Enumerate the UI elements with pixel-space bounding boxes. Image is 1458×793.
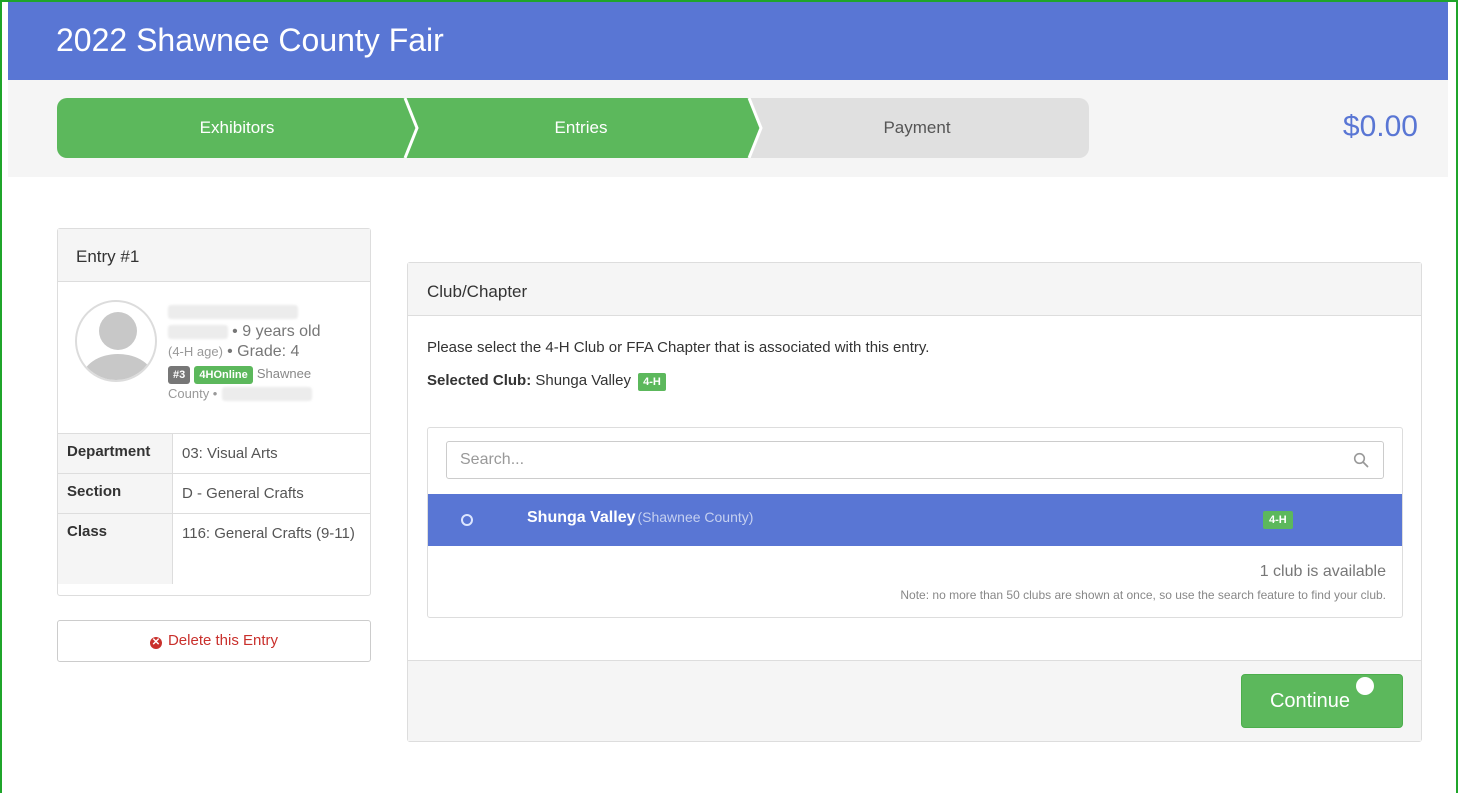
club-count: 1 club is available [1259, 563, 1386, 580]
step-chevron-icon [744, 98, 763, 158]
search-icon [1353, 452, 1369, 468]
page-title: 2022 Shawnee County Fair [56, 22, 444, 58]
exhibitor-number-badge: #3 [168, 366, 191, 384]
entry-title: Entry #1 [58, 229, 370, 282]
county-text: Shawnee [256, 366, 312, 381]
club-type-badge: 4-H [1263, 511, 1293, 529]
top-banner: 2022 Shawnee County Fair [8, 2, 1448, 80]
club-list: Search... Shunga Valley (Shawnee County) … [427, 427, 1403, 618]
exhibitor-info: • 9 years old (4-H age) • Grade: 4 #3 4H… [168, 302, 358, 404]
club-name: Shunga Valley [527, 509, 636, 526]
step-wizard: Exhibitors Entries Payment [57, 98, 1089, 158]
county-suffix: County • [168, 386, 218, 401]
detail-key: Department [58, 434, 173, 473]
step-label: Exhibitors [199, 118, 275, 137]
detail-value: 03: Visual Arts [182, 445, 278, 462]
step-label: Entries [554, 118, 608, 137]
progress-bar: Exhibitors Entries Payment $0.00 [8, 80, 1448, 177]
detail-row-department: Department 03: Visual Arts [58, 434, 370, 474]
search-input[interactable]: Search... [446, 441, 1384, 479]
club-row[interactable]: Shunga Valley (Shawnee County) 4-H [428, 494, 1402, 546]
step-exhibitors[interactable]: Exhibitors [57, 98, 417, 158]
selected-club: Selected Club: Shunga Valley 4-H [427, 372, 666, 391]
continue-label: Continue [1269, 690, 1351, 712]
age-text: • 9 years old [232, 323, 321, 340]
delete-entry-button[interactable]: ✕ Delete this Entry [57, 620, 371, 662]
selected-club-label: Selected Club: [427, 372, 532, 389]
selected-club-value: Shunga Valley [535, 372, 631, 389]
redacted-name [168, 325, 228, 340]
arrow-circle-right-icon [1356, 677, 1375, 705]
continue-button[interactable]: Continue [1241, 674, 1403, 728]
source-badge: 4HOnline [194, 366, 253, 384]
step-label: Payment [883, 118, 951, 137]
club-type-badge: 4-H [638, 373, 666, 391]
step-entries[interactable]: Entries [401, 98, 761, 158]
avatar-icon [75, 300, 157, 382]
detail-value: 116: General Crafts (9-11) [182, 525, 355, 542]
detail-row-section: Section D - General Crafts [58, 474, 370, 514]
panel-footer: Continue [408, 660, 1421, 741]
entry-card: Entry #1 • 9 years old (4-H age) • Grade… [57, 228, 371, 596]
age-note: (4-H age) [168, 344, 223, 359]
step-chevron-icon [400, 98, 419, 158]
instruction-text: Please select the 4-H Club or FFA Chapte… [427, 339, 930, 356]
club-note: Note: no more than 50 clubs are shown at… [900, 588, 1386, 602]
club-county: (Shawnee County) [637, 509, 754, 525]
grade-text: • Grade: 4 [227, 343, 300, 360]
search-placeholder: Search... [460, 451, 525, 468]
detail-value: D - General Crafts [182, 485, 304, 502]
cart-total: $0.00 [1342, 110, 1418, 143]
redacted-text [221, 387, 312, 402]
step-payment[interactable]: Payment [745, 98, 1089, 158]
times-circle-icon: ✕ [149, 637, 162, 649]
redacted-name [168, 305, 298, 320]
radio-button[interactable] [461, 514, 473, 526]
detail-key: Class [58, 514, 173, 584]
panel-title: Club/Chapter [408, 263, 1421, 316]
club-panel: Club/Chapter Please select the 4-H Club … [407, 262, 1422, 742]
detail-key: Section [58, 474, 173, 513]
delete-label: Delete this Entry [167, 632, 279, 649]
detail-row-class: Class 116: General Crafts (9-11) [58, 514, 370, 584]
exhibitor-profile: • 9 years old (4-H age) • Grade: 4 #3 4H… [58, 282, 370, 434]
